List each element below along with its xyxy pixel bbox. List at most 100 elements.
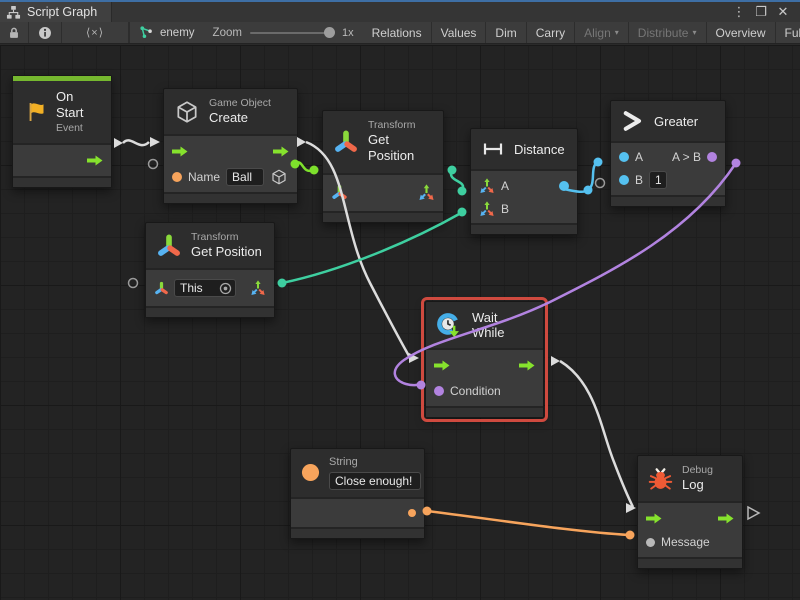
node-on-start[interactable]: On Start Event <box>12 75 112 188</box>
fullscreen-button[interactable]: Full Screen <box>776 22 800 43</box>
unconnected-port-ring[interactable] <box>129 279 138 288</box>
chevron-down-icon: ▾ <box>692 28 696 37</box>
node-greater[interactable]: Greater A A > B B <box>610 100 726 207</box>
window-menu-button[interactable]: ⋮ <box>730 3 748 21</box>
exec-input-port[interactable] <box>434 360 450 371</box>
wire-endpoint <box>458 187 467 196</box>
distance-output-port[interactable] <box>559 181 569 191</box>
transform-icon <box>333 129 359 155</box>
wire-exec-onstart-create[interactable] <box>123 140 149 145</box>
condition-input-port[interactable] <box>434 386 444 396</box>
string-output-port[interactable] <box>408 509 416 517</box>
wire-end-arrow <box>409 353 419 363</box>
vector3-input-port-b[interactable] <box>479 201 495 217</box>
tab-script-graph[interactable]: Script Graph <box>0 2 112 22</box>
graph-canvas[interactable]: On Start Event Game Object Create <box>0 45 800 600</box>
distribute-dropdown[interactable]: Distribute▾ <box>629 22 707 43</box>
exec-output-port[interactable] <box>519 360 535 371</box>
exec-input-port[interactable] <box>172 146 188 157</box>
wire-endpoint <box>584 186 593 195</box>
transform-icon <box>156 233 182 259</box>
close-button[interactable]: ✕ <box>774 3 792 21</box>
wire-endpoint <box>458 208 467 217</box>
port-label: A <box>501 179 509 193</box>
exec-output-port[interactable] <box>718 513 734 524</box>
overview-button[interactable]: Overview <box>707 22 776 43</box>
wire-vector-getposition-distance-b[interactable] <box>282 213 461 283</box>
vector3-input-port-a[interactable] <box>479 178 495 194</box>
unconnected-exec-triangle[interactable] <box>748 507 759 519</box>
wire-endpoint <box>594 158 603 167</box>
string-icon <box>301 463 320 482</box>
greater-input-port-a[interactable] <box>619 152 629 162</box>
zoom-slider-handle[interactable] <box>324 27 335 38</box>
node-wait-while[interactable]: Wait While Condition <box>425 301 544 418</box>
node-title: On Start <box>56 89 101 122</box>
node-title: Wait While <box>472 310 533 340</box>
node-string-literal[interactable]: String <box>290 448 425 539</box>
code-preview-button[interactable]: ⟨×⟩ <box>62 22 129 43</box>
node-get-position-enemy[interactable]: Transform Get Position <box>322 110 444 223</box>
distance-icon <box>481 137 505 161</box>
node-title: Get Position <box>368 132 433 165</box>
node-get-position-this[interactable]: Transform Get Position <box>145 222 275 318</box>
script-graph-icon <box>6 5 21 20</box>
relations-button[interactable]: Relations <box>363 22 432 43</box>
align-dropdown[interactable]: Align▾ <box>575 22 629 43</box>
info-button[interactable] <box>29 22 62 43</box>
wire-vector-getposition-distance-a[interactable] <box>451 170 463 190</box>
exec-output-port[interactable] <box>87 155 103 166</box>
greater-output-port[interactable] <box>707 152 717 162</box>
info-icon <box>38 26 52 40</box>
node-distance[interactable]: Distance A B <box>470 128 578 235</box>
exec-output-port[interactable] <box>273 146 289 157</box>
node-title: Log <box>682 477 713 493</box>
port-label: A <box>635 150 643 164</box>
wire-endpoint <box>278 279 287 288</box>
graph-reference[interactable]: enemy <box>130 22 204 43</box>
cube-icon <box>174 99 200 125</box>
message-input-port[interactable] <box>646 538 655 547</box>
string-value-field[interactable] <box>329 472 421 490</box>
node-create-game-object[interactable]: Game Object Create Name <box>163 88 298 204</box>
name-input-port[interactable] <box>172 172 182 182</box>
exec-input-port[interactable] <box>646 513 662 524</box>
dim-button[interactable]: Dim <box>486 22 526 43</box>
node-title: String <box>329 456 421 470</box>
wire-endpoint <box>732 159 741 168</box>
node-footer <box>323 211 443 222</box>
zoom-slider[interactable] <box>250 32 334 34</box>
b-value-field[interactable] <box>649 171 667 189</box>
tab-title: Script Graph <box>27 5 97 19</box>
zoom-control: Zoom 1x <box>204 22 363 43</box>
flag-icon <box>23 100 47 124</box>
transform-input-port[interactable] <box>154 281 169 296</box>
node-category: Debug <box>682 464 713 477</box>
carry-button[interactable]: Carry <box>527 22 575 43</box>
greater-input-port-b[interactable] <box>619 175 629 185</box>
wire-endpoint <box>310 166 319 175</box>
lock-button[interactable] <box>0 22 29 43</box>
node-title: Create <box>209 110 271 126</box>
wire-endpoint <box>626 531 635 540</box>
unconnected-port-ring[interactable] <box>149 160 158 169</box>
vector3-output-port[interactable] <box>418 184 435 201</box>
unconnected-port-ring[interactable] <box>596 179 605 188</box>
object-picker-icon[interactable] <box>219 282 232 295</box>
transform-input-port[interactable] <box>331 184 348 201</box>
node-debug-log[interactable]: Debug Log Message <box>637 455 743 569</box>
maximize-button[interactable]: ❐ <box>752 3 770 21</box>
vector3-output-port[interactable] <box>250 280 266 296</box>
graph-name: enemy <box>160 27 195 39</box>
node-title: Get Position <box>191 244 262 260</box>
result-label: A > B <box>672 150 701 164</box>
wire-start-arrow <box>551 356 560 366</box>
wire-exec-waitwhile-log[interactable] <box>560 361 633 507</box>
node-footer <box>13 176 111 187</box>
values-button[interactable]: Values <box>432 22 487 43</box>
zoom-value: 1x <box>342 27 354 39</box>
node-category: Transform <box>368 119 433 132</box>
wire-string-log-message[interactable] <box>427 511 629 535</box>
wire-end-arrow <box>150 137 160 147</box>
name-value-field[interactable] <box>226 168 264 186</box>
